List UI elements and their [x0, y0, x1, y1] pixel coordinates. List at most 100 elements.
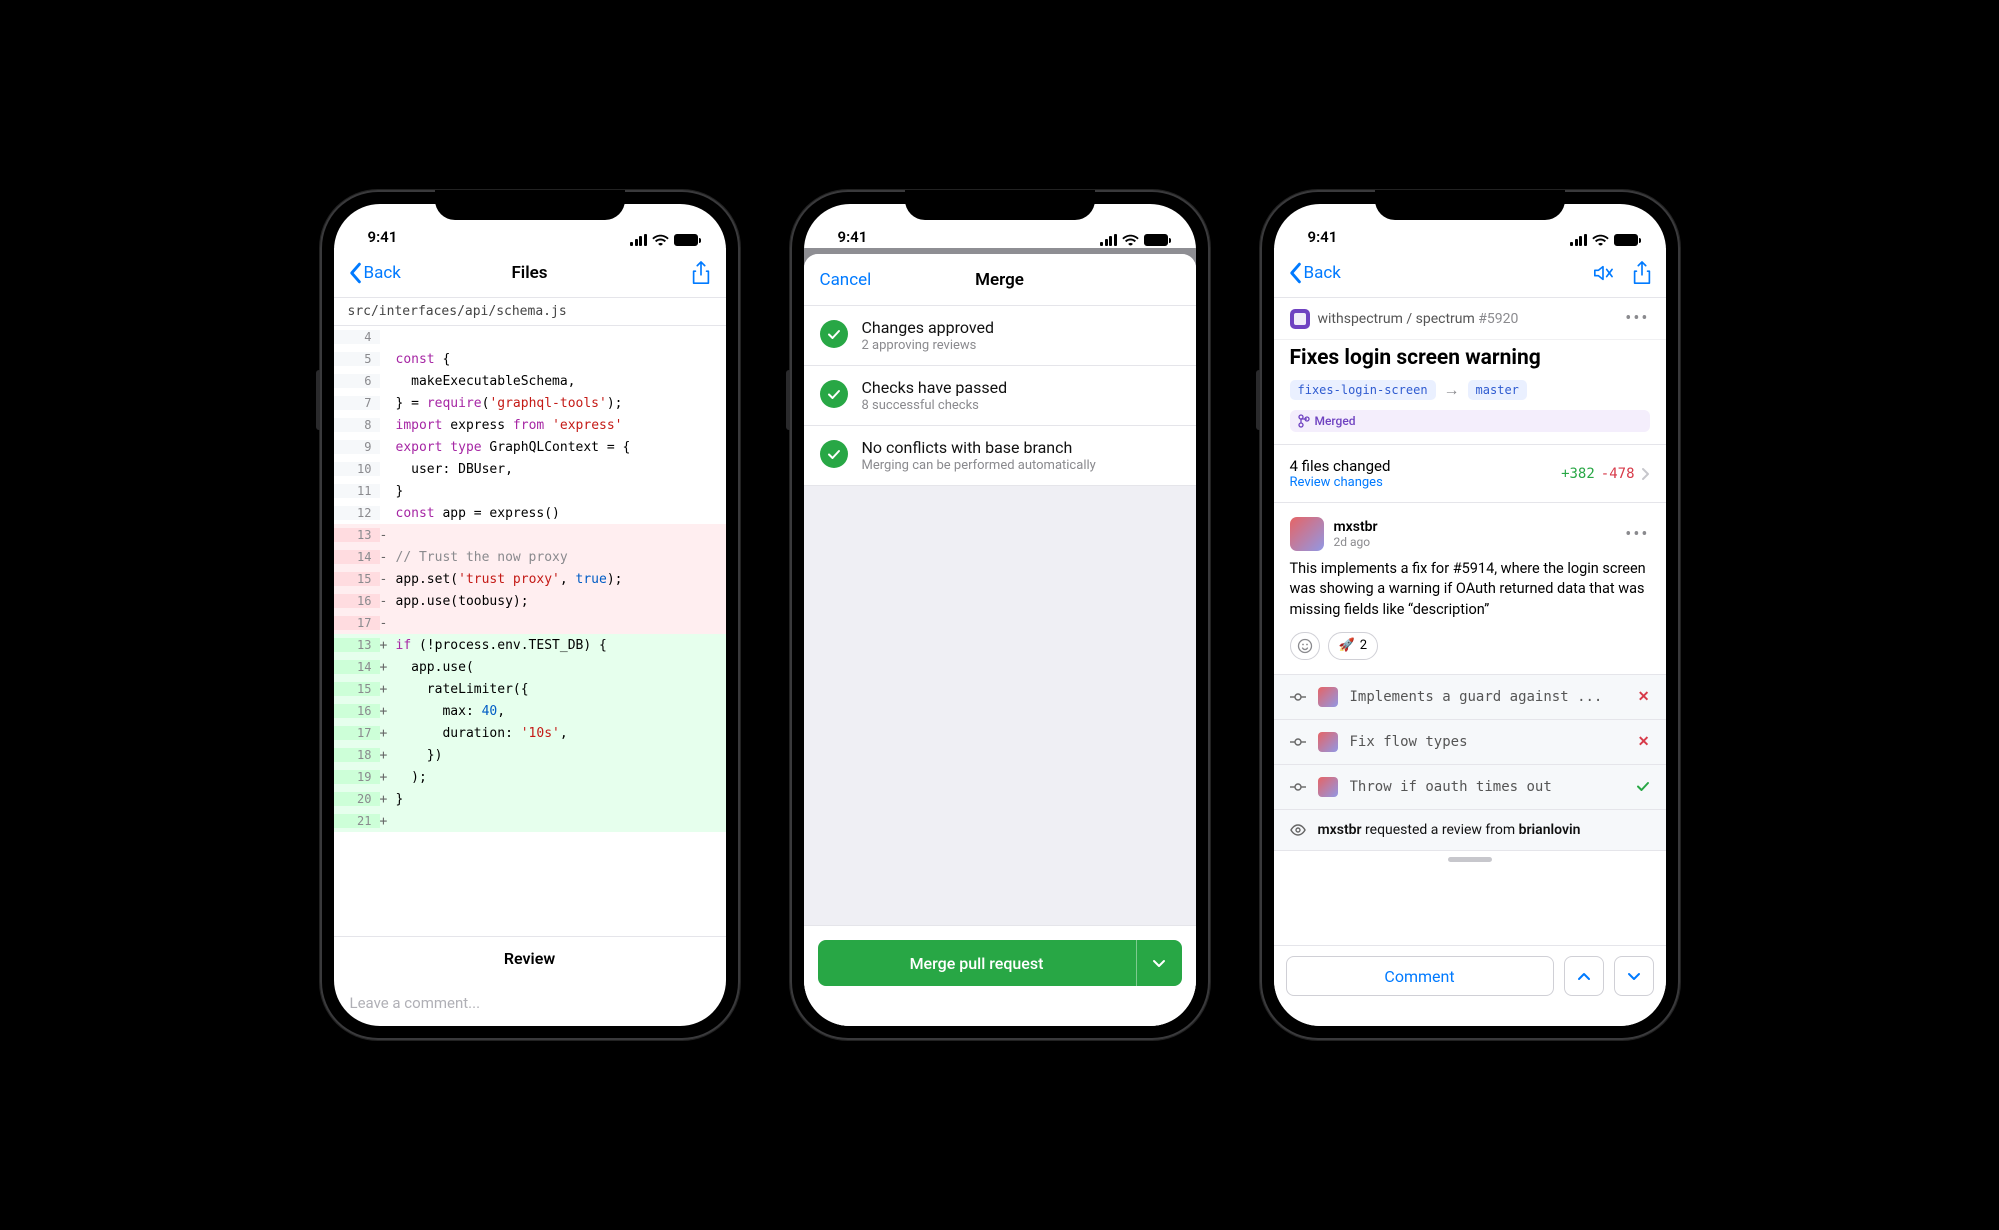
merge-button[interactable]: Merge pull request — [818, 940, 1136, 986]
more-button[interactable]: ••• — [1625, 308, 1649, 329]
commit-message: Implements a guard against ... — [1350, 689, 1626, 705]
chevron-left-icon — [348, 262, 362, 284]
diff-line[interactable]: 21+ — [334, 810, 726, 832]
repo-path-row[interactable]: withspectrum / spectrum #5920 ••• — [1274, 298, 1666, 340]
check-success-icon — [820, 380, 848, 408]
additions-count: +382 — [1561, 466, 1595, 482]
diff-line[interactable]: 14+ app.use( — [334, 656, 726, 678]
diff-line[interactable]: 11 } — [334, 480, 726, 502]
battery-icon — [1614, 234, 1638, 246]
diff-view[interactable]: 4 5 const {6 makeExecutableSchema,7 } = … — [334, 326, 726, 936]
line-number: 4 — [334, 330, 380, 344]
line-number: 14 — [334, 660, 380, 674]
diff-line[interactable]: 4 — [334, 326, 726, 348]
prev-button[interactable] — [1564, 956, 1604, 996]
branch-from[interactable]: fixes-login-screen — [1290, 380, 1436, 400]
diff-line[interactable]: 13- — [334, 524, 726, 546]
author-name[interactable]: mxstbr — [1334, 519, 1378, 535]
back-button[interactable]: Back — [348, 262, 401, 284]
commit-message: Fix flow types — [1350, 734, 1626, 750]
phone-pr: 9:41 Back — [1260, 190, 1680, 1040]
timeline-commit[interactable]: Fix flow types ✕ — [1274, 720, 1666, 765]
drag-handle[interactable] — [1448, 857, 1492, 862]
commit-icon — [1290, 736, 1306, 748]
cancel-button[interactable]: Cancel — [820, 270, 872, 290]
rocket-icon: 🚀 — [1339, 638, 1355, 653]
avatar[interactable] — [1290, 517, 1324, 551]
code-content: } — [396, 792, 726, 807]
diff-line[interactable]: 13+if (!process.env.TEST_DB) { — [334, 634, 726, 656]
status-fail-icon: ✕ — [1638, 734, 1650, 750]
next-button[interactable] — [1614, 956, 1654, 996]
comment-more-button[interactable]: ••• — [1625, 524, 1649, 545]
comment-button[interactable]: Comment — [1286, 956, 1554, 996]
author-time: 2d ago — [1334, 535, 1378, 549]
back-button[interactable]: Back — [1288, 262, 1341, 284]
diff-line[interactable]: 8 import express from 'express' — [334, 414, 726, 436]
share-button[interactable] — [1632, 261, 1652, 285]
add-reaction-button[interactable] — [1290, 632, 1320, 660]
merge-check-row[interactable]: No conflicts with base branchMerging can… — [804, 426, 1196, 486]
diff-line[interactable]: 14-// Trust the now proxy — [334, 546, 726, 568]
diff-line[interactable]: 15+ rateLimiter({ — [334, 678, 726, 700]
diff-line[interactable]: 15-app.set('trust proxy', true); — [334, 568, 726, 590]
code-content: } = require('graphql-tools'); — [396, 396, 726, 411]
merge-check-row[interactable]: Checks have passed8 successful checks — [804, 366, 1196, 426]
diff-line[interactable]: 5 const { — [334, 348, 726, 370]
reaction-rocket[interactable]: 🚀 2 — [1328, 632, 1379, 660]
merge-check-row[interactable]: Changes approved2 approving reviews — [804, 306, 1196, 366]
share-button[interactable] — [691, 261, 711, 285]
diff-line[interactable]: 17+ duration: '10s', — [334, 722, 726, 744]
diff-marker: - — [380, 616, 396, 631]
diff-line[interactable]: 10 user: DBUser, — [334, 458, 726, 480]
line-number: 16 — [334, 704, 380, 718]
diff-line[interactable]: 7 } = require('graphql-tools'); — [334, 392, 726, 414]
chevron-up-icon — [1577, 972, 1591, 981]
share-icon — [1632, 261, 1652, 285]
code-content: app.use( — [396, 660, 726, 675]
pr-body-text: This implements a fix for #5914, where t… — [1290, 559, 1650, 620]
diff-marker: + — [380, 792, 396, 807]
diff-line[interactable]: 9 export type GraphQLContext = { — [334, 436, 726, 458]
line-number: 19 — [334, 770, 380, 784]
diff-line[interactable]: 17- — [334, 612, 726, 634]
review-changes-link[interactable]: Review changes — [1290, 475, 1391, 490]
diff-line[interactable]: 16-app.use(toobusy); — [334, 590, 726, 612]
line-number: 20 — [334, 792, 380, 806]
code-content: export type GraphQLContext = { — [396, 440, 726, 455]
diff-line[interactable]: 12 const app = express() — [334, 502, 726, 524]
comment-input[interactable]: Leave a comment... — [334, 980, 726, 1026]
branch-row: fixes-login-screen → master — [1274, 380, 1666, 410]
share-icon — [691, 261, 711, 285]
diff-line[interactable]: 18+ }) — [334, 744, 726, 766]
nav-bar: Back Files — [334, 248, 726, 298]
chevron-left-icon — [1288, 262, 1302, 284]
diff-marker: - — [380, 594, 396, 609]
code-content: if (!process.env.TEST_DB) { — [396, 638, 726, 653]
line-number: 15 — [334, 572, 380, 586]
files-changed-row[interactable]: 4 files changed Review changes +382 -478 — [1274, 444, 1666, 503]
avatar — [1318, 732, 1338, 752]
diff-marker: + — [380, 660, 396, 675]
eye-icon — [1290, 824, 1306, 836]
check-title: No conflicts with base branch — [862, 438, 1096, 457]
repo-icon — [1290, 309, 1310, 329]
check-subtitle: 8 successful checks — [862, 398, 1008, 413]
timeline-commit[interactable]: Implements a guard against ...✕ — [1274, 675, 1666, 720]
commit-icon — [1290, 691, 1306, 703]
timeline-commit[interactable]: Throw if oauth times out — [1274, 765, 1666, 810]
diff-line[interactable]: 16+ max: 40, — [334, 700, 726, 722]
branch-to[interactable]: master — [1468, 380, 1527, 400]
diff-line[interactable]: 6 makeExecutableSchema, — [334, 370, 726, 392]
line-number: 18 — [334, 748, 380, 762]
diff-line[interactable]: 20+} — [334, 788, 726, 810]
pr-description: mxstbr 2d ago ••• This implements a fix … — [1274, 503, 1666, 675]
diff-line[interactable]: 19+ ); — [334, 766, 726, 788]
mute-button[interactable] — [1592, 263, 1614, 283]
line-number: 12 — [334, 506, 380, 520]
nav-title: Files — [511, 263, 547, 283]
code-content: import express from 'express' — [396, 418, 726, 433]
code-content: }) — [396, 748, 726, 763]
merge-options-button[interactable] — [1136, 940, 1182, 986]
line-number: 16 — [334, 594, 380, 608]
